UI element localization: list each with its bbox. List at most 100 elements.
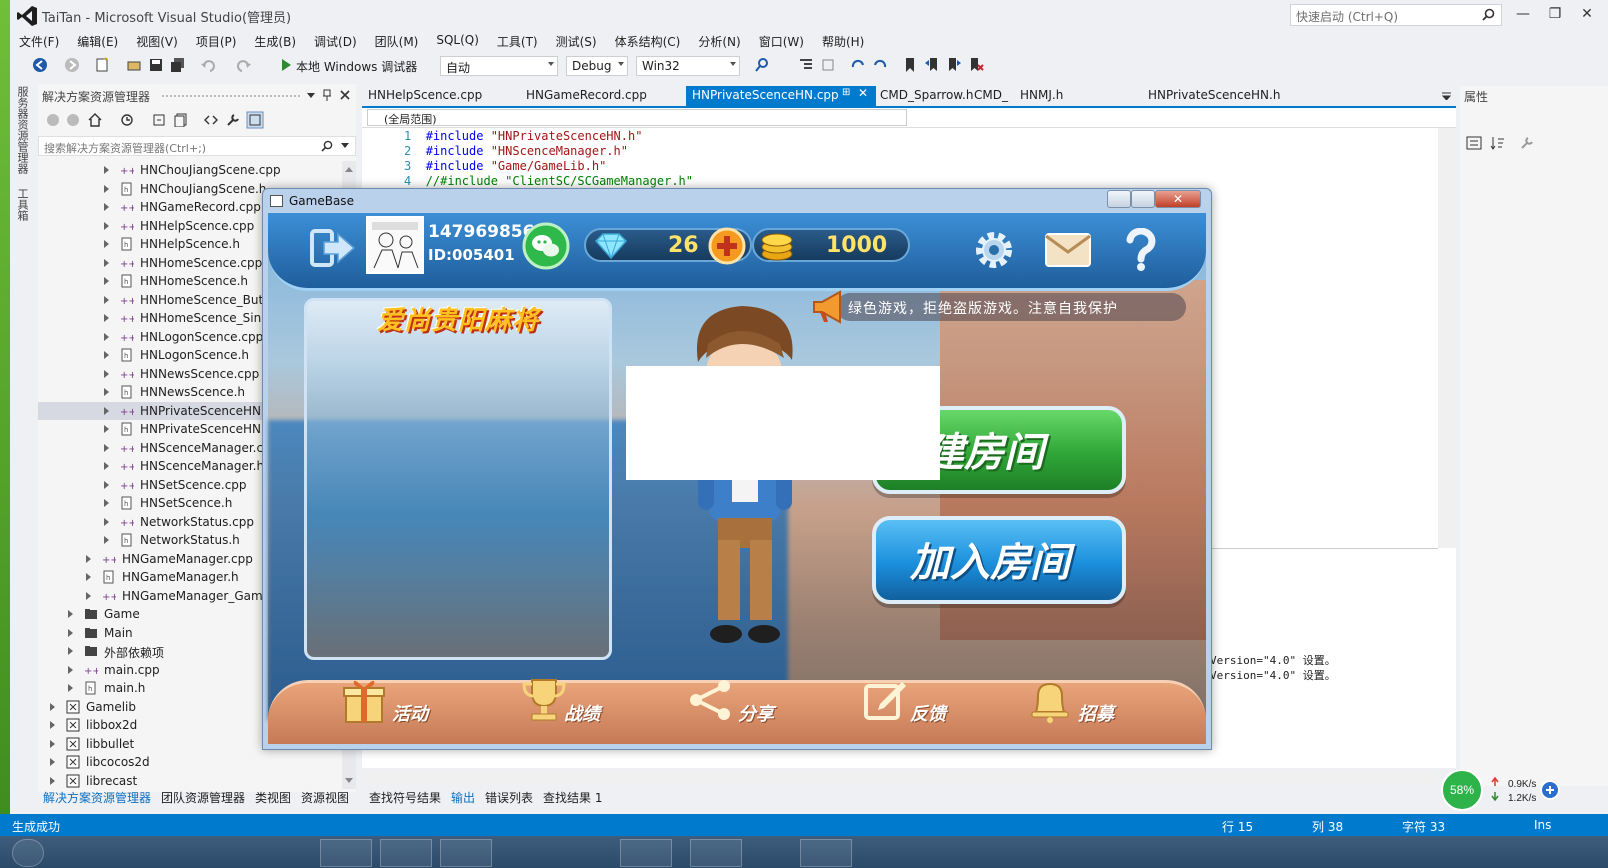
step-over-icon[interactable]	[850, 57, 866, 73]
bottom-menu-record[interactable]: 战绩	[522, 676, 622, 732]
doc-tab-cmd-prefix[interactable]: CMD_	[974, 88, 1008, 102]
expand-arrow-icon[interactable]	[104, 184, 109, 193]
solution-config-dropdown[interactable]: 自动	[440, 56, 558, 76]
expand-arrow-icon[interactable]	[104, 166, 109, 174]
clear-bookmarks-icon[interactable]	[968, 57, 984, 73]
property-pages-wrench-icon[interactable]	[1520, 136, 1534, 150]
show-all-files-icon[interactable]	[174, 113, 188, 127]
editor-vertical-scrollbar[interactable]	[1438, 128, 1456, 548]
menu-build[interactable]: 生成(B)	[245, 30, 305, 52]
taskbar-app-2[interactable]	[380, 839, 432, 867]
expand-arrow-icon[interactable]	[86, 591, 91, 600]
back-icon[interactable]	[32, 57, 48, 73]
gamebase-minimize-button[interactable]	[1107, 190, 1131, 208]
run-target-label[interactable]: 本地 Windows 调试器	[296, 58, 417, 75]
search-options-icon[interactable]	[341, 143, 349, 149]
panel-menu-icon[interactable]	[306, 91, 316, 99]
open-file-icon[interactable]	[126, 57, 142, 73]
comment-icon[interactable]	[820, 57, 836, 73]
bottom-menu-feedback[interactable]: 反馈	[862, 676, 962, 732]
doc-tab-helpscence[interactable]: HNHelpScence.cpp	[368, 88, 482, 102]
expand-arrow-icon[interactable]	[50, 758, 55, 766]
sort-alpha-icon[interactable]	[1490, 136, 1506, 150]
gamebase-maximize-button[interactable]	[1131, 190, 1155, 208]
categorized-icon[interactable]	[1466, 136, 1482, 150]
tab-overflow-icon[interactable]	[1442, 92, 1451, 100]
config-dropdown[interactable]: Debug	[566, 56, 628, 76]
prev-bookmark-icon[interactable]	[924, 57, 940, 73]
expand-arrow-icon[interactable]	[104, 277, 109, 285]
expand-arrow-icon[interactable]	[68, 628, 73, 637]
doc-tab-privatescence-h[interactable]: HNPrivateScenceHN.h	[1148, 88, 1280, 102]
tab-solution-explorer[interactable]: 解决方案资源管理器	[38, 789, 156, 807]
expand-arrow-icon[interactable]	[86, 554, 91, 563]
pin-icon[interactable]	[322, 89, 332, 101]
expand-arrow-icon[interactable]	[50, 702, 55, 711]
game-info-card[interactable]	[304, 298, 612, 660]
join-room-button[interactable]: 加入房间	[872, 516, 1126, 604]
bottom-menu-share[interactable]: 分享	[688, 676, 788, 732]
expand-arrow-icon[interactable]	[104, 499, 109, 507]
sync-active-doc-icon[interactable]	[246, 111, 264, 129]
toolbox-tab[interactable]: 工具箱	[12, 184, 32, 225]
platform-dropdown[interactable]: Win32	[636, 56, 740, 76]
expand-arrow-icon[interactable]	[104, 425, 109, 433]
expand-arrow-icon[interactable]	[50, 739, 55, 748]
menu-test[interactable]: 测试(S)	[547, 30, 606, 52]
expand-arrow-icon[interactable]	[104, 536, 109, 544]
expand-arrow-icon[interactable]	[104, 295, 109, 304]
menu-analyze[interactable]: 分析(N)	[689, 30, 749, 52]
server-explorer-tab[interactable]: 服务器资源管理器	[12, 82, 32, 178]
wechat-icon[interactable]	[522, 222, 570, 270]
taskbar-app-6[interactable]	[800, 839, 852, 867]
expand-arrow-icon[interactable]	[104, 406, 109, 415]
taskbar-app-5[interactable]	[690, 839, 742, 867]
menu-edit[interactable]: 编辑(E)	[68, 30, 127, 52]
tab-find-symbol-results[interactable]: 查找符号结果	[364, 789, 446, 807]
panel-drag-handle[interactable]	[162, 95, 300, 98]
mail-icon[interactable]	[1044, 232, 1092, 268]
exit-icon[interactable]	[310, 228, 356, 268]
save-all-icon[interactable]	[170, 57, 186, 73]
next-bookmark-icon[interactable]	[946, 57, 962, 73]
doc-tab-privatescence-active[interactable]: HNPrivateScenceHN.cpp ⊞ ✕	[686, 86, 876, 106]
taskbar-app-4[interactable]	[620, 839, 672, 867]
find-in-files-icon[interactable]	[754, 57, 770, 73]
expand-arrow-icon[interactable]	[50, 721, 55, 729]
expand-arrow-icon[interactable]	[104, 314, 109, 322]
tab-resource-view[interactable]: 资源视图	[296, 789, 354, 807]
start-debug-icon[interactable]	[278, 57, 294, 73]
tab-find-results-1[interactable]: 查找结果 1	[538, 789, 607, 807]
expand-arrow-icon[interactable]	[68, 665, 73, 674]
tree-item[interactable]: ++ HNChouJiangScene.cpp	[38, 161, 356, 179]
expand-arrow-icon[interactable]	[104, 480, 109, 489]
add-diamond-icon[interactable]	[708, 227, 746, 265]
tab-team-explorer[interactable]: 团队资源管理器	[156, 789, 250, 807]
menu-view[interactable]: 视图(V)	[127, 30, 187, 52]
menu-file[interactable]: 文件(F)	[10, 30, 68, 52]
menu-help[interactable]: 帮助(H)	[813, 30, 873, 52]
start-button[interactable]	[12, 839, 44, 867]
expand-arrow-icon[interactable]	[104, 388, 109, 396]
expand-arrow-icon[interactable]	[104, 369, 109, 378]
tab-close-icon[interactable]: ✕	[858, 86, 868, 100]
menu-team[interactable]: 团队(M)	[366, 30, 428, 52]
expand-arrow-icon[interactable]	[104, 517, 109, 526]
expand-arrow-icon[interactable]	[104, 443, 109, 452]
menu-tools[interactable]: 工具(T)	[488, 30, 547, 52]
expand-arrow-icon[interactable]	[104, 351, 109, 359]
collapse-all-icon[interactable]	[152, 113, 166, 127]
quick-launch-input[interactable]: 快速启动 (Ctrl+Q)	[1290, 4, 1502, 26]
menu-sql[interactable]: SQL(Q)	[427, 30, 488, 52]
expand-arrow-icon[interactable]	[104, 258, 109, 267]
step-out-icon[interactable]	[872, 57, 888, 73]
doc-tab-hnmj[interactable]: HNMJ.h	[1020, 88, 1063, 102]
indent-icon[interactable]	[798, 57, 814, 73]
bookmark-icon[interactable]	[902, 57, 918, 73]
settings-gear-icon[interactable]	[972, 228, 1016, 272]
menu-project[interactable]: 项目(P)	[187, 30, 246, 52]
forward-icon[interactable]	[66, 113, 80, 127]
panel-close-icon[interactable]	[340, 90, 350, 100]
expand-arrow-icon[interactable]	[104, 240, 109, 248]
bottom-menu-activity[interactable]: 活动	[342, 676, 442, 732]
